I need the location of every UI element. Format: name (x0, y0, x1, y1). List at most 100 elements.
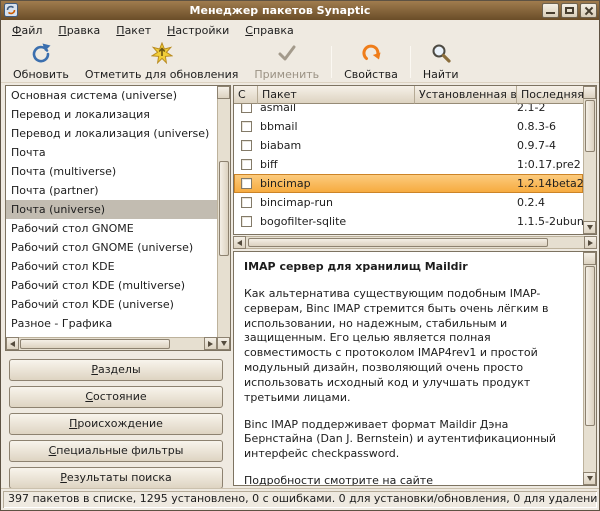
search-button[interactable]: Найти (415, 41, 467, 82)
origin-filter-button[interactable]: Происхождение (9, 413, 223, 435)
menu-edit[interactable]: Правка (50, 21, 108, 40)
section-item[interactable]: Перевод и локализация (6, 105, 217, 124)
scroll-down-arrow-icon[interactable] (583, 221, 596, 234)
scroll-left-arrow-icon[interactable] (6, 337, 19, 350)
menu-help[interactable]: Справка (237, 21, 301, 40)
package-latest-version: 2.1-2 (517, 104, 546, 114)
section-item[interactable]: Почта (partner) (6, 181, 217, 200)
section-item[interactable]: Основная система (universe) (6, 86, 217, 105)
mark-upgrades-icon (150, 41, 174, 67)
properties-button[interactable]: Свойства (336, 41, 406, 82)
custom-filters-button[interactable]: Специальные фильтры (9, 440, 223, 462)
menu-package[interactable]: Пакет (108, 21, 159, 40)
package-table: C Пакет Установленная ве Последняя ве as… (233, 85, 597, 235)
minimize-icon (546, 12, 555, 14)
reload-label: Обновить (13, 68, 69, 81)
status-text: 397 пакетов в списке, 1295 установлено, … (3, 491, 597, 508)
reload-button[interactable]: Обновить (5, 41, 77, 82)
description-paragraph: Как альтернатива существующим подобным I… (244, 286, 549, 404)
column-header-latest-version[interactable]: Последняя ве (517, 86, 583, 104)
scroll-up-arrow-icon[interactable] (217, 86, 230, 99)
package-latest-version: 0.2.4 (517, 196, 545, 209)
scroll-down-arrow-icon[interactable] (583, 472, 596, 485)
reload-icon (30, 42, 52, 67)
table-vertical-scrollbar[interactable] (583, 86, 596, 234)
package-checkbox[interactable] (240, 121, 252, 132)
package-name: bbmail (260, 120, 298, 133)
scrollbar-thumb[interactable] (219, 161, 229, 256)
package-name: biff (260, 158, 278, 171)
mark-upgrades-button[interactable]: Отметить для обновления (77, 41, 247, 82)
package-name: biabam (260, 139, 302, 152)
package-checkbox[interactable] (240, 197, 252, 208)
toolbar-separator (331, 45, 333, 78)
section-item[interactable]: Рабочий стол GNOME (6, 219, 217, 238)
package-latest-version: 0.8.3-6 (517, 120, 556, 133)
scrollbar-thumb[interactable] (585, 100, 595, 152)
sections-horizontal-scrollbar[interactable] (6, 337, 217, 350)
sections-filter-button[interactable]: Разделы (9, 359, 223, 381)
section-item[interactable]: Рабочий стол KDE (multiverse) (6, 276, 217, 295)
menubar: Файл Правка Пакет Настройки Справка (1, 20, 599, 41)
table-horizontal-scrollbar[interactable] (233, 236, 597, 249)
package-checkbox[interactable] (240, 178, 252, 189)
package-checkbox[interactable] (240, 140, 252, 151)
section-item[interactable]: Почта (multiverse) (6, 162, 217, 181)
column-header-status[interactable]: C (234, 86, 258, 104)
section-item[interactable]: Почта (6, 143, 217, 162)
table-row[interactable]: bogofilter-sqlite 1.1.5-2ubun (234, 212, 583, 231)
table-body: asmail 2.1-2 bbmail 0.8.3-6 biabam 0.9.7… (234, 104, 583, 234)
window-title: Менеджер пакетов Synaptic (189, 4, 371, 17)
package-name: bincimap (260, 177, 311, 190)
section-item[interactable]: Рабочий стол GNOME (universe) (6, 238, 217, 257)
package-checkbox[interactable] (240, 159, 252, 170)
package-checkbox[interactable] (240, 104, 252, 113)
menu-settings[interactable]: Настройки (159, 21, 237, 40)
package-latest-version: 0.9.7-4 (517, 139, 556, 152)
table-row[interactable]: biabam 0.9.7-4 (234, 136, 583, 155)
column-header-package[interactable]: Пакет (258, 86, 415, 104)
scrollbar-thumb[interactable] (585, 266, 595, 426)
scroll-up-arrow-icon[interactable] (583, 252, 596, 265)
sections-list: Основная система (universe) Перевод и ло… (5, 85, 231, 351)
menu-file[interactable]: Файл (4, 21, 50, 40)
scroll-down-arrow-icon[interactable] (217, 337, 230, 350)
section-item[interactable]: Разное - Графика (6, 314, 217, 333)
description-paragraph: Binc IMAP поддерживает формат Maildir Дэ… (244, 417, 557, 461)
table-row-selected[interactable]: bincimap 1.2.14beta2 (234, 174, 583, 193)
scroll-up-arrow-icon[interactable] (583, 86, 596, 99)
column-header-installed-version[interactable]: Установленная ве (415, 86, 517, 104)
table-row[interactable]: bbmail 0.8.3-6 (234, 117, 583, 136)
synaptic-app-icon (4, 3, 18, 17)
sections-vertical-scrollbar[interactable] (217, 86, 230, 350)
table-header: C Пакет Установленная ве Последняя ве (234, 86, 583, 104)
section-item[interactable]: Рабочий стол KDE (6, 257, 217, 276)
scroll-right-arrow-icon[interactable] (204, 337, 217, 350)
scrollbar-thumb[interactable] (248, 238, 548, 247)
section-item[interactable]: Перевод и локализация (universe) (6, 124, 217, 143)
package-latest-version: 1:0.17.pre2 (517, 158, 581, 171)
table-row[interactable]: biff 1:0.17.pre2 (234, 155, 583, 174)
apply-button: Применить (246, 41, 327, 82)
section-item[interactable]: Рабочий стол KDE (universe) (6, 295, 217, 314)
scroll-right-arrow-icon[interactable] (584, 236, 597, 249)
scrollbar-thumb[interactable] (20, 339, 170, 349)
package-name: asmail (260, 104, 297, 114)
package-description-pane: IMAP сервер для хранилищ Maildir Как аль… (233, 251, 597, 486)
search-results-button[interactable]: Результаты поиска (9, 467, 223, 489)
minimize-button[interactable] (542, 3, 559, 18)
description-title: IMAP сервер для хранилищ Maildir (244, 260, 468, 273)
toolbar: Обновить Отметить для обновления Примени… (1, 41, 599, 83)
apply-icon (276, 42, 298, 67)
description-vertical-scrollbar[interactable] (583, 252, 596, 485)
package-name: bogofilter-sqlite (260, 215, 347, 228)
scroll-left-arrow-icon[interactable] (233, 236, 246, 249)
maximize-button[interactable] (561, 3, 578, 18)
status-filter-button[interactable]: Состояние (9, 386, 223, 408)
section-item-selected[interactable]: Почта (universe) (6, 200, 217, 219)
titlebar[interactable]: Менеджер пакетов Synaptic (1, 1, 599, 20)
table-row[interactable]: asmail 2.1-2 (234, 104, 583, 117)
close-button[interactable] (580, 3, 597, 18)
package-checkbox[interactable] (240, 216, 252, 227)
table-row[interactable]: bincimap-run 0.2.4 (234, 193, 583, 212)
